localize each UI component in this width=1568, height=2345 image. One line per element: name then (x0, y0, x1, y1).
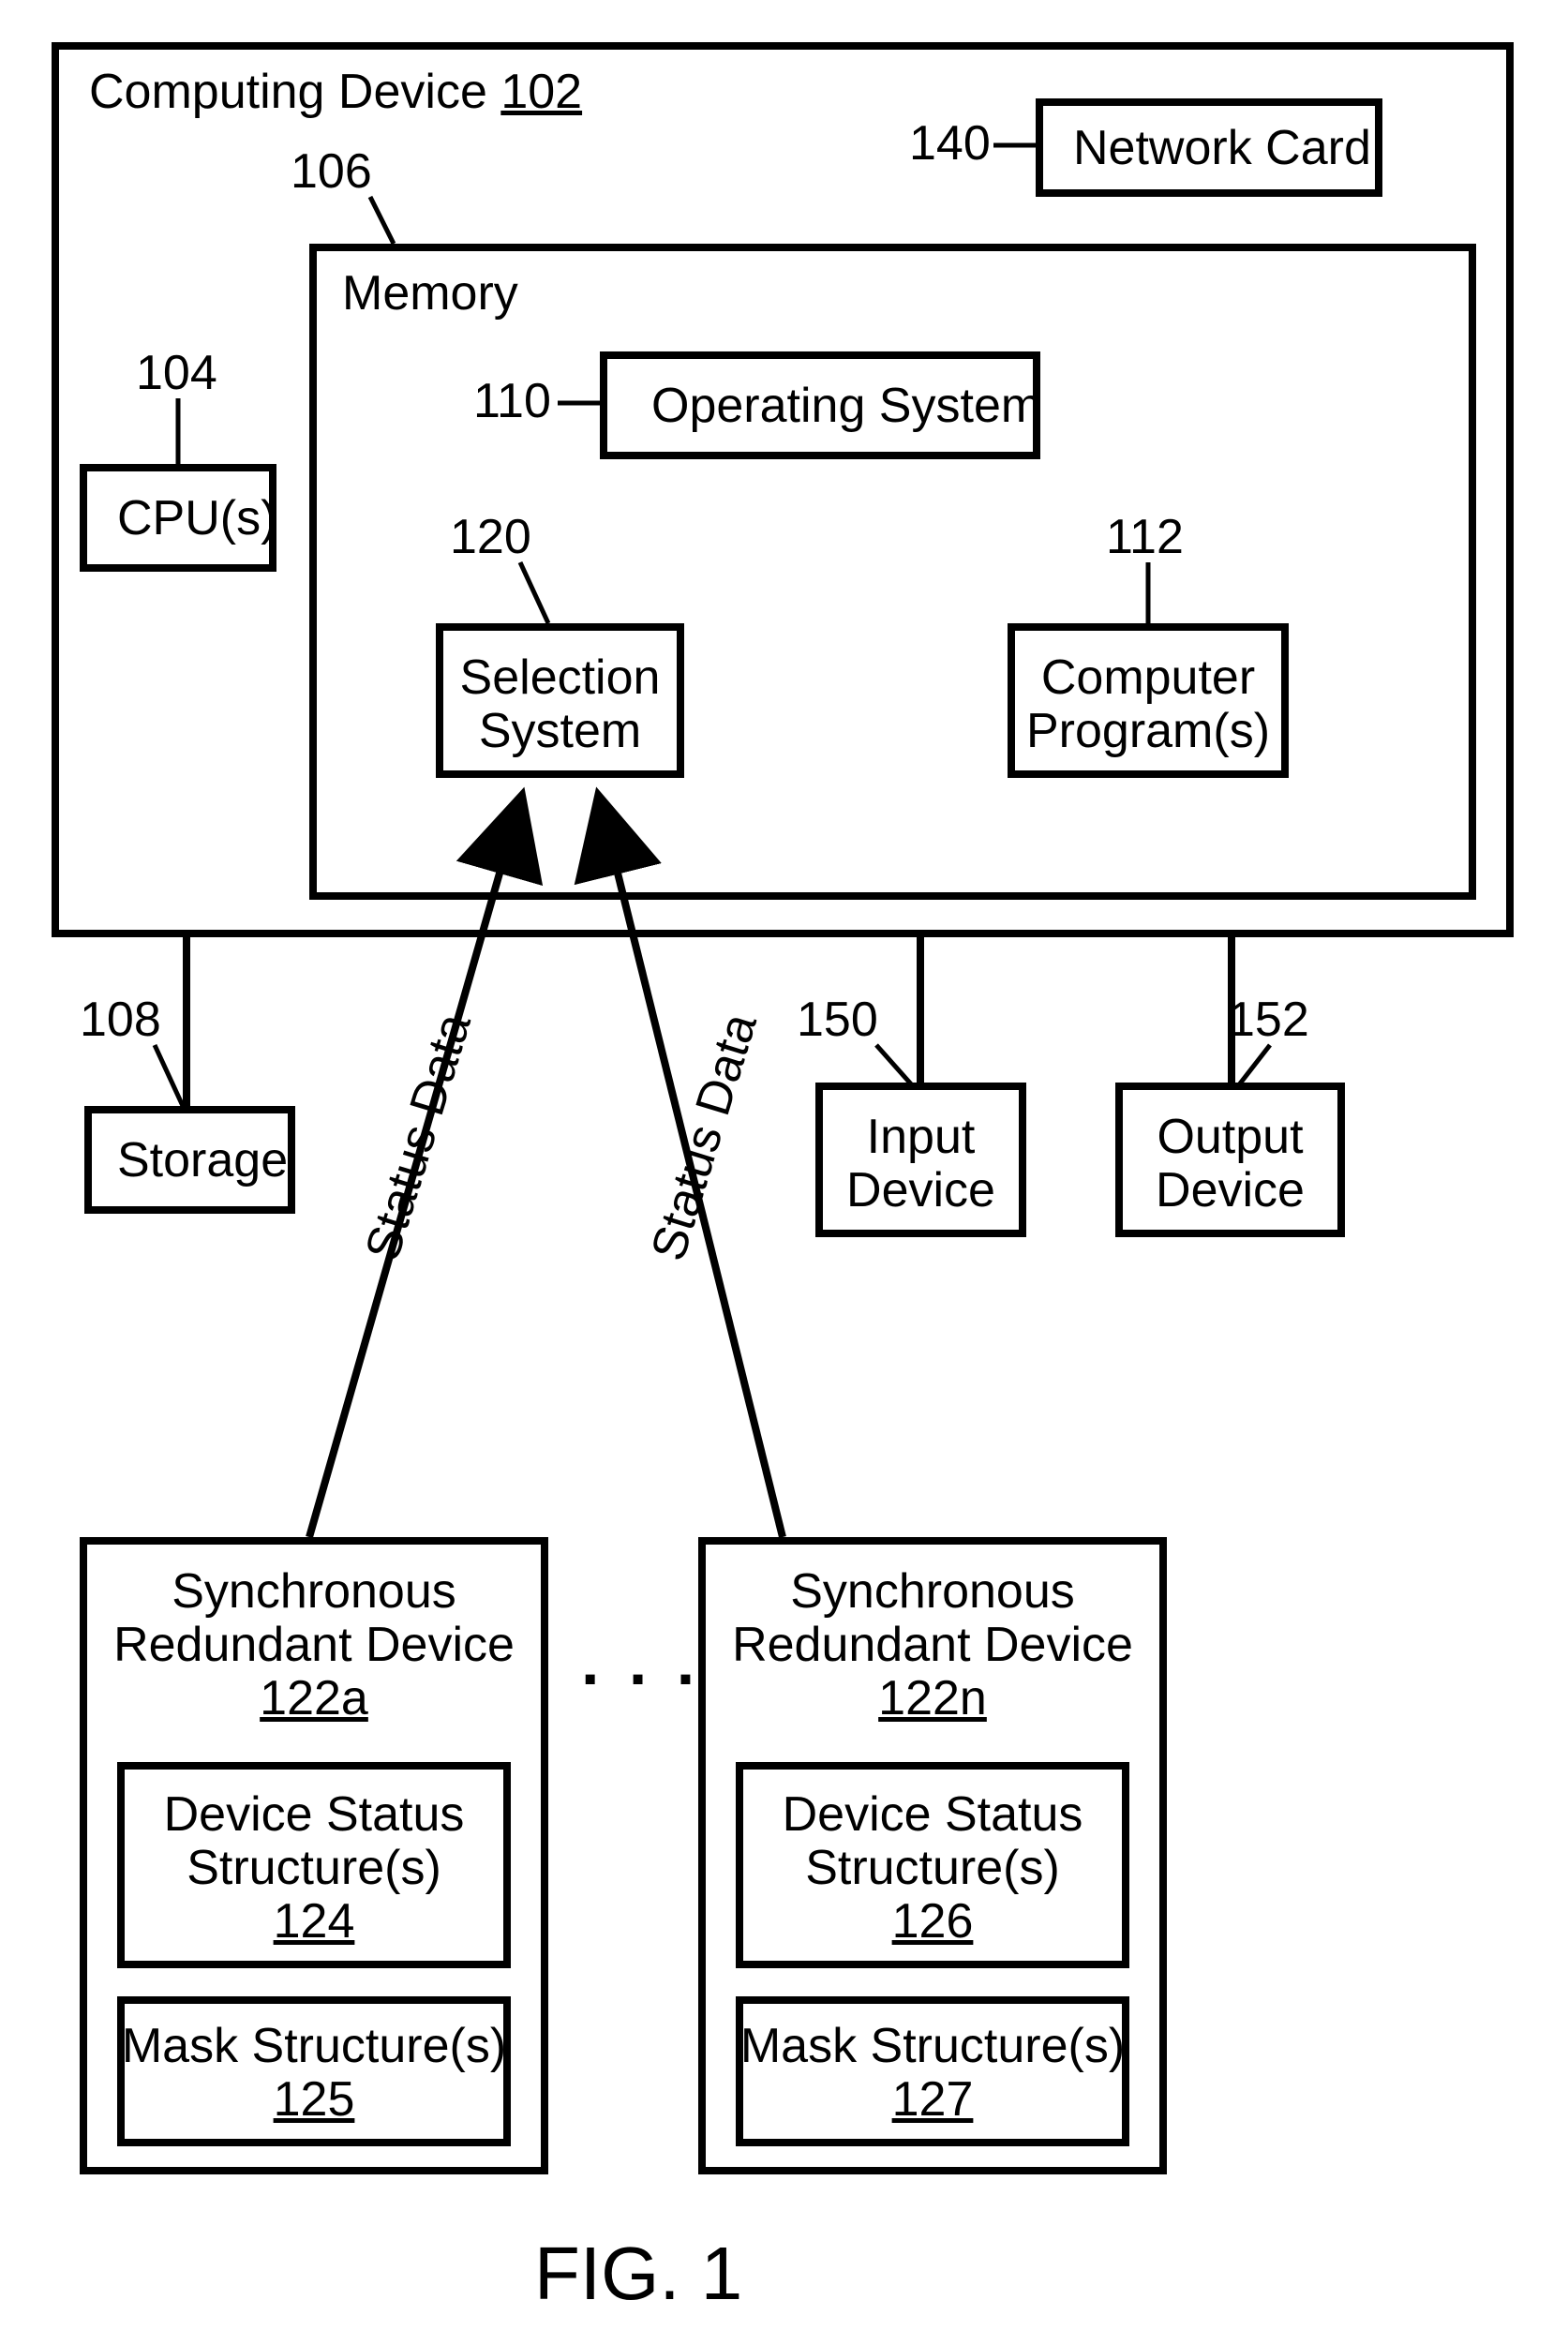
output-device-line1: Output (1157, 1110, 1303, 1164)
status-data-left-label: Status Data (356, 1008, 482, 1267)
input-connector (917, 937, 924, 1106)
mask-n-line1: Mask Structure(s) (740, 2019, 1125, 2073)
srd-n-ref: 122n (878, 1671, 987, 1725)
memory-box (309, 244, 1476, 900)
computer-programs-line1: Computer (1041, 650, 1255, 705)
storage-label: Storage (117, 1134, 288, 1187)
selection-system-ref: 120 (450, 511, 531, 564)
computer-programs-label: Computer Program(s) (1008, 651, 1289, 758)
figure-1-diagram: Computing Device 102 Network Card 140 Me… (0, 0, 1568, 2345)
mask-a-label: Mask Structure(s) 125 (117, 2020, 511, 2127)
input-device-label: Input Device (815, 1111, 1026, 1217)
storage-ref: 108 (80, 993, 161, 1047)
selection-system-line2: System (479, 704, 641, 758)
dss-n-ref: 126 (892, 1894, 974, 1949)
computer-programs-line2: Program(s) (1026, 704, 1270, 758)
dss-a-ref: 124 (274, 1894, 355, 1949)
srd-a-line1: Synchronous (172, 1564, 456, 1619)
srd-a-line2: Redundant Device (113, 1618, 515, 1672)
computing-device-title-text: Computing Device (89, 65, 487, 119)
memory-ref: 106 (291, 145, 372, 199)
dss-a-label: Device Status Structure(s) 124 (117, 1788, 511, 1949)
mask-n-ref: 127 (892, 2072, 974, 2127)
computer-programs-ref: 112 (1106, 511, 1184, 564)
operating-system-label: Operating System (651, 380, 1041, 433)
dss-n-line1: Device Status (783, 1787, 1083, 1842)
dss-a-line1: Device Status (164, 1787, 465, 1842)
status-data-right-label: Status Data (642, 1008, 768, 1267)
mask-n-label: Mask Structure(s) 127 (736, 2020, 1129, 2127)
srd-n-title: Synchronous Redundant Device 122n (698, 1565, 1167, 1726)
dss-n-line2: Structure(s) (805, 1841, 1060, 1895)
output-device-line2: Device (1156, 1163, 1305, 1217)
mask-a-line1: Mask Structure(s) (122, 2019, 506, 2073)
dss-n-label: Device Status Structure(s) 126 (736, 1788, 1129, 1949)
input-device-line2: Device (846, 1163, 995, 1217)
operating-system-ref: 110 (473, 375, 551, 428)
output-device-ref: 152 (1228, 993, 1309, 1047)
network-card-ref: 140 (909, 117, 991, 171)
computing-device-ref: 102 (500, 65, 582, 119)
srd-a-title: Synchronous Redundant Device 122a (80, 1565, 548, 1726)
storage-connector (183, 937, 190, 1106)
cpu-ref: 104 (136, 347, 217, 400)
network-card-label: Network Card (1073, 122, 1371, 175)
input-device-line1: Input (867, 1110, 976, 1164)
ellipsis-dots: . . . (581, 1626, 700, 1698)
selection-system-label: Selection System (436, 651, 684, 758)
srd-n-line2: Redundant Device (732, 1618, 1133, 1672)
computing-device-title: Computing Device 102 (89, 66, 582, 119)
selection-system-line1: Selection (460, 650, 661, 705)
memory-label: Memory (342, 267, 518, 321)
figure-caption: FIG. 1 (534, 2231, 742, 2317)
mask-a-ref: 125 (274, 2072, 355, 2127)
output-device-label: Output Device (1115, 1111, 1345, 1217)
srd-n-line1: Synchronous (790, 1564, 1075, 1619)
dss-a-line2: Structure(s) (187, 1841, 441, 1895)
srd-a-ref: 122a (260, 1671, 368, 1725)
cpu-label: CPU(s) (117, 492, 276, 545)
input-device-ref: 150 (797, 993, 878, 1047)
